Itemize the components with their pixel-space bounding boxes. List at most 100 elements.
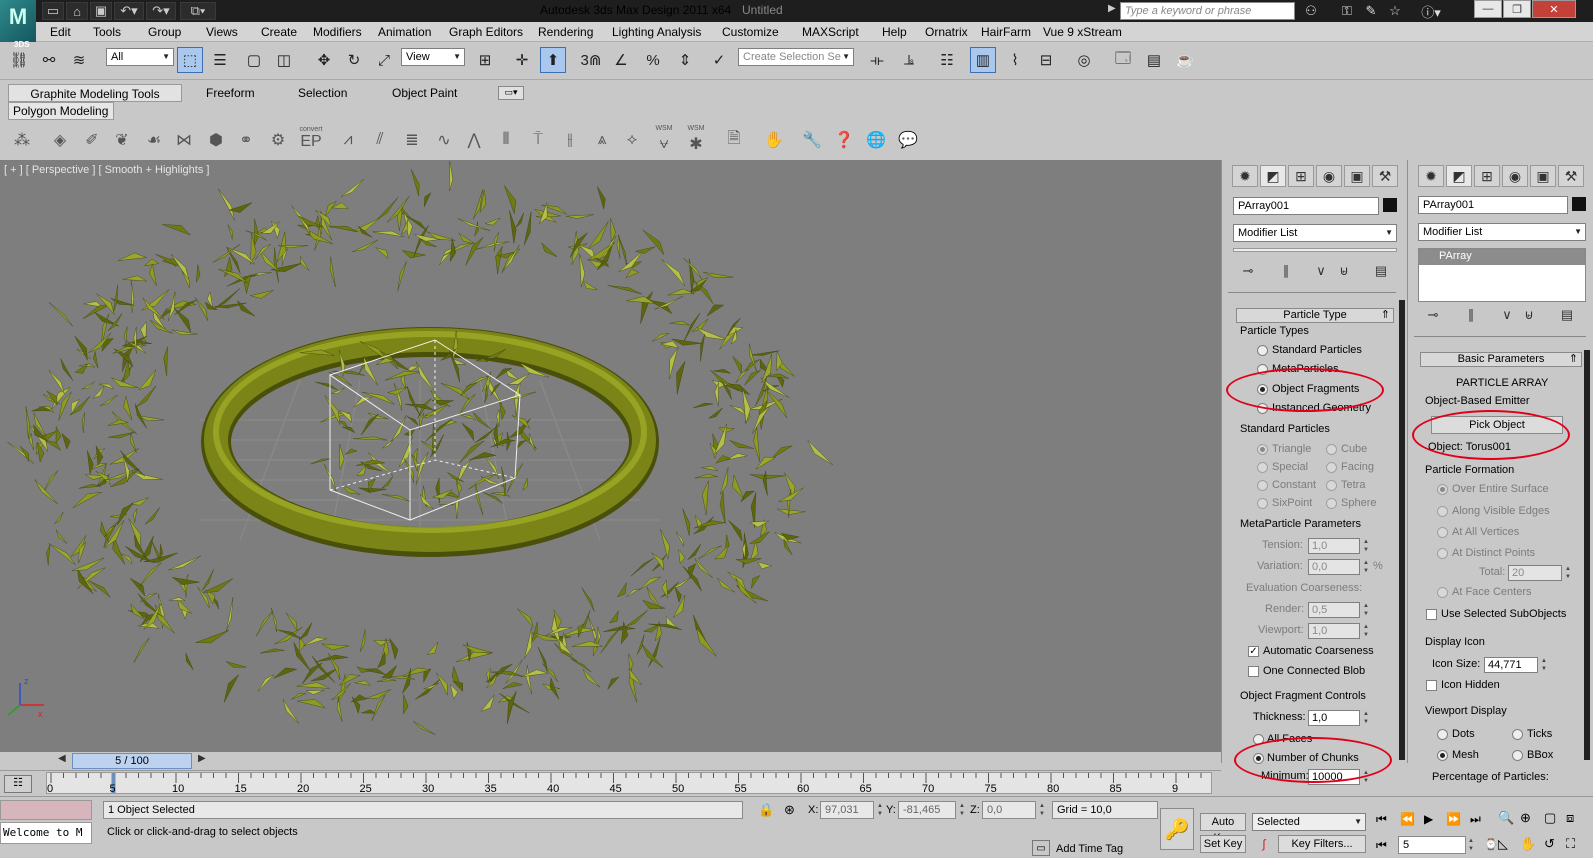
set-key-mode-icon[interactable]: 🔑 [1160, 808, 1194, 850]
maximize-viewport-icon[interactable]: ⛶ [1566, 836, 1575, 852]
menu-ornatrix[interactable]: Ornatrix [925, 25, 968, 39]
radio-over-entire-surface[interactable] [1437, 484, 1448, 495]
previous-frame-icon[interactable]: ⏪ [1400, 812, 1415, 826]
modifier-list-dropdown-2[interactable]: Modifier List [1418, 223, 1586, 241]
y-spinner-arrows[interactable]: ▲ ▼ [958, 802, 966, 818]
icon-size-spinner-arrows[interactable]: ▲ ▼ [1540, 657, 1548, 673]
paint-object-icon[interactable]: ✋ [762, 127, 786, 153]
icon-hidden-checkbox[interactable] [1426, 680, 1437, 691]
object-name-field[interactable]: PArray001 [1233, 197, 1379, 215]
configure-sets-icon[interactable]: ▤ [1370, 262, 1392, 280]
radio-dots[interactable] [1437, 729, 1448, 740]
set-key-button[interactable]: Set Key [1200, 835, 1246, 853]
mini-curve-editor-icon[interactable]: ☷ [4, 775, 32, 793]
fan-icon[interactable]: ⩓ [590, 127, 614, 153]
display-tab-icon[interactable]: ▣ [1344, 165, 1370, 187]
next-frame-icon[interactable]: ⏩ [1446, 812, 1461, 826]
selection-lock-icon[interactable]: 🔒 [758, 802, 774, 818]
help-icon[interactable]: ⓘ▾ [1416, 2, 1446, 20]
open-file-icon[interactable]: ⌂ [66, 2, 88, 20]
brush-icon[interactable]: ⫲ [558, 127, 582, 153]
play-icon[interactable]: ▶ [1424, 812, 1433, 826]
named-selection-set-dropdown[interactable]: Create Selection Se [738, 48, 854, 66]
align-icon[interactable]: ⫡ [896, 47, 922, 73]
keyboard-shortcut-override-icon[interactable]: ⬆ [540, 47, 566, 73]
app-logo-button[interactable]: M 3DS [0, 0, 36, 49]
menu-maxscript[interactable]: MAXScript [802, 25, 859, 39]
object-color-swatch-2[interactable] [1572, 197, 1586, 211]
tab-freeform[interactable]: Freeform [196, 84, 265, 102]
comb-icon[interactable]: ⫴ [494, 127, 518, 153]
menu-help[interactable]: Help [882, 25, 907, 39]
viewport-coarseness-spinner[interactable]: 1,0 [1308, 623, 1360, 639]
radio-bbox[interactable] [1512, 750, 1523, 761]
globe-icon[interactable]: 🌐 [864, 127, 888, 153]
time-tag-icon[interactable]: ▭ [1032, 840, 1050, 856]
strands-icon[interactable]: ⋀ [462, 127, 486, 153]
variation-spinner[interactable]: 0,0 [1308, 559, 1360, 575]
basic-parameters-rollout-header[interactable]: Basic Parameters ⇑ [1420, 352, 1582, 367]
remove-modifier-icon[interactable]: ⊌ [1333, 262, 1355, 280]
total-spinner-arrows[interactable]: ▲ ▼ [1564, 565, 1572, 581]
configure-sets-icon-2[interactable]: ▤ [1556, 306, 1578, 324]
snaps-toggle-icon[interactable]: 3 ⋒ [578, 47, 604, 73]
radio-triangle[interactable] [1257, 444, 1268, 455]
search-expand-icon[interactable]: ▶ [1108, 3, 1116, 14]
minimize-button[interactable]: — [1474, 0, 1502, 18]
render-spinner[interactable]: 0,5 [1308, 602, 1360, 618]
go-to-end-icon[interactable]: ⏭ [1470, 812, 1481, 827]
schematic-view-icon[interactable]: ⊟ [1033, 47, 1059, 73]
radio-at-face-centers[interactable] [1437, 587, 1448, 598]
close-button[interactable]: ✕ [1532, 0, 1576, 18]
radio-constant[interactable] [1257, 480, 1268, 491]
radio-at-all-vertices[interactable] [1437, 527, 1448, 538]
use-selected-subobjects-checkbox[interactable] [1426, 609, 1437, 620]
select-and-scale-icon[interactable]: ⤢ [371, 47, 397, 73]
layer-manager-icon[interactable]: ☷ [934, 47, 960, 73]
object-color-swatch[interactable] [1383, 198, 1397, 212]
display-tab-icon-2[interactable]: ▣ [1530, 165, 1556, 187]
radio-at-distinct-points[interactable] [1437, 548, 1448, 559]
ribbon-options-dropdown[interactable]: ▭▾ [498, 86, 524, 100]
radio-sphere[interactable] [1326, 498, 1337, 509]
orbit-icon[interactable]: ↺ [1544, 836, 1555, 852]
thickness-spinner[interactable]: 1,0 [1308, 710, 1360, 726]
render-setup-icon[interactable]: 🗔 [1110, 47, 1136, 73]
default-tangent-icon[interactable]: ∫ [1254, 835, 1274, 853]
x-coordinate-field[interactable]: 97,031 [820, 801, 874, 819]
cube-icon[interactable]: ⬢ [204, 127, 228, 153]
menu-edit[interactable]: Edit [50, 25, 71, 39]
window-crossing-icon[interactable]: ◫ [271, 47, 297, 73]
menu-lighting-analysis[interactable]: Lighting Analysis [612, 25, 701, 39]
angle-snap-icon[interactable]: ∠ [608, 47, 634, 73]
select-manipulate-icon[interactable]: ✛ [509, 47, 535, 73]
hair-icon[interactable]: ⫽ [368, 127, 392, 153]
render-production-icon[interactable]: ☕ [1172, 47, 1198, 73]
hierarchy-tab-icon[interactable]: ⊞ [1288, 165, 1314, 187]
graphite-toggle-icon[interactable]: ▥ [970, 47, 996, 73]
radio-tetra[interactable] [1326, 480, 1337, 491]
make-unique-icon-2[interactable]: ∨ [1496, 306, 1518, 324]
particle-type-rollout-header[interactable]: Particle Type ⇑ [1236, 308, 1394, 323]
scatter-icon[interactable]: ⁂ [10, 127, 34, 153]
menu-rendering[interactable]: Rendering [538, 25, 593, 39]
radio-mesh[interactable] [1437, 750, 1448, 761]
create-tab-icon[interactable]: ✹ [1232, 165, 1258, 187]
select-by-name-icon[interactable]: ☰ [207, 47, 233, 73]
tension-spinner[interactable]: 1,0 [1308, 538, 1360, 554]
help-circle-icon[interactable]: ❓ [832, 127, 856, 153]
x-spinner-arrows[interactable]: ▲ ▼ [876, 802, 884, 818]
spinner-snap-icon[interactable]: ⇕ [672, 47, 698, 73]
menu-create[interactable]: Create [261, 25, 297, 39]
show-end-result-icon[interactable]: ∥ [1275, 262, 1297, 280]
project-folder-icon[interactable]: ⧉▾ [180, 2, 216, 20]
menu-graph-editors[interactable]: Graph Editors [449, 25, 523, 39]
menu-hairfarm[interactable]: HairFarm [981, 25, 1031, 39]
auto-key-button[interactable]: Auto Key [1200, 813, 1246, 844]
radio-cube[interactable] [1326, 444, 1337, 455]
chat-bubbles-icon[interactable]: 💬 [896, 127, 920, 153]
radio-special[interactable] [1257, 462, 1268, 473]
menu-group[interactable]: Group [148, 25, 181, 39]
time-slider-thumb[interactable]: 5 / 100 [72, 753, 192, 769]
variation-spinner-arrows[interactable]: ▲ ▼ [1362, 559, 1370, 575]
